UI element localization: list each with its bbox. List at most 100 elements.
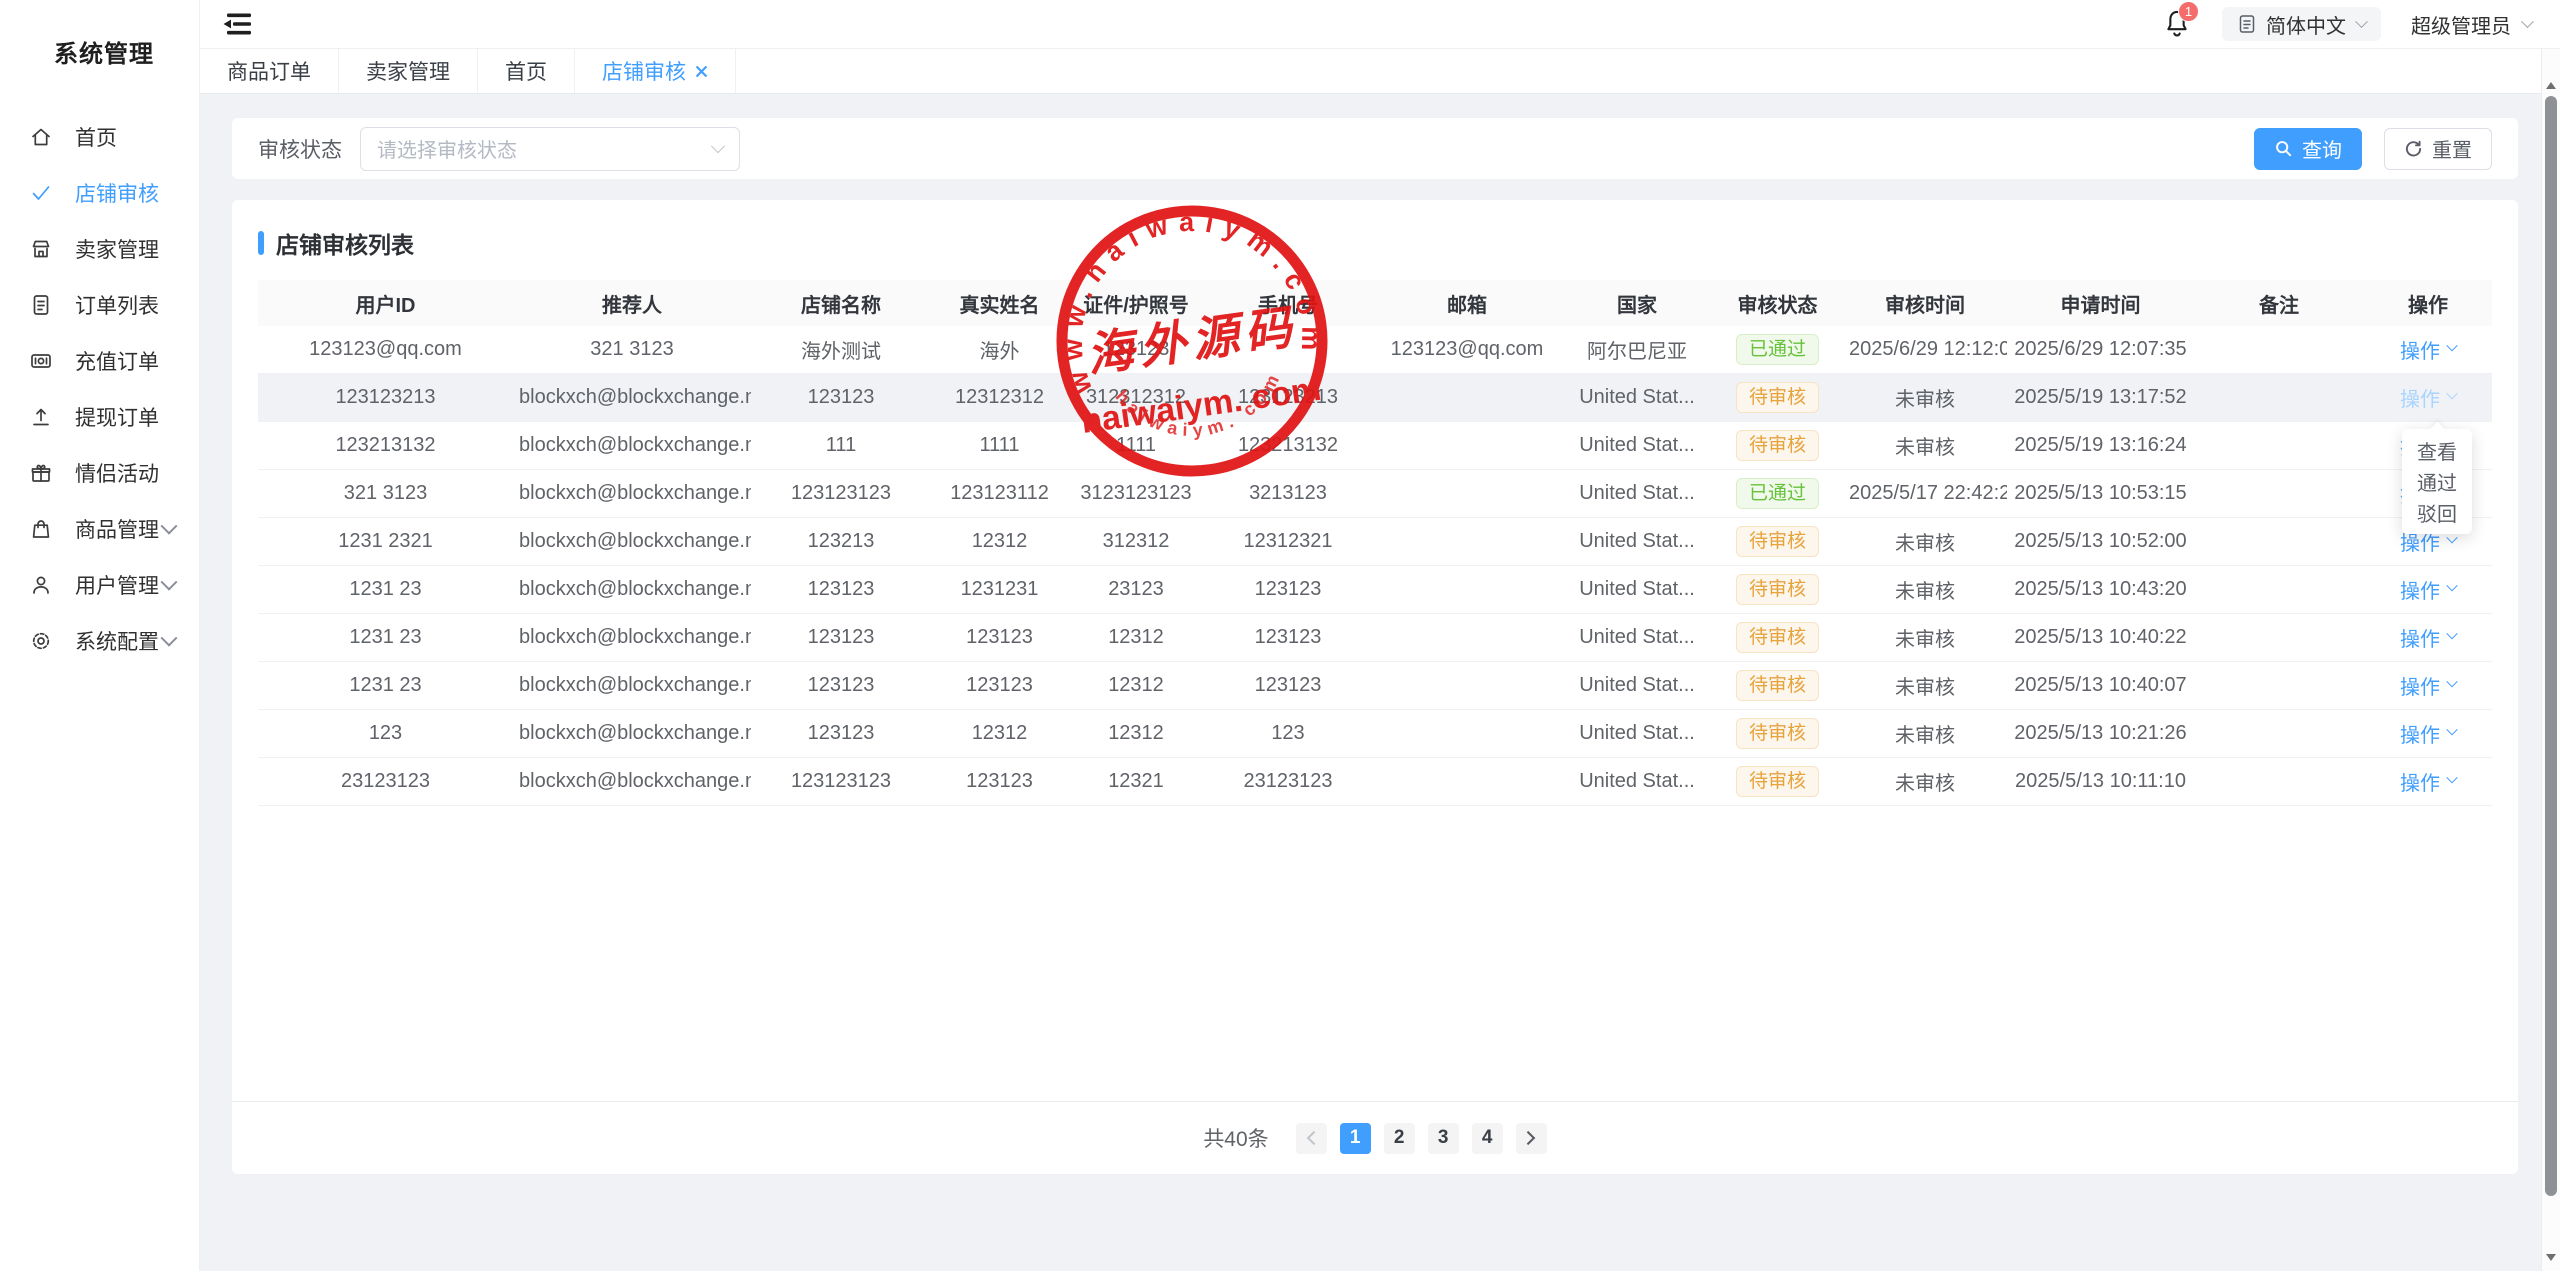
cell-phone: 123123	[1204, 614, 1372, 662]
action-label: 操作	[2400, 335, 2440, 364]
page-button-4[interactable]: 4	[1472, 1123, 1503, 1154]
chevron-down-icon	[2446, 388, 2457, 399]
user-menu[interactable]: 超级管理员	[2411, 10, 2532, 39]
cell-phone: 23123123	[1204, 758, 1372, 806]
cell-status: 待审核	[1712, 518, 1843, 566]
cell-id-number: 1111	[1068, 422, 1204, 470]
action-label: 操作	[2400, 671, 2440, 700]
scrollbar-thumb[interactable]	[2545, 96, 2557, 1196]
cell-country: 阿尔巴尼亚	[1562, 326, 1712, 374]
cell-email	[1372, 614, 1562, 662]
scroll-down-arrow[interactable]	[2542, 1249, 2560, 1265]
cell-apply-time: 2025/5/13 10:53:15	[2007, 470, 2194, 518]
cell-status: 待审核	[1712, 422, 1843, 470]
card-title: 店铺审核列表	[276, 226, 414, 260]
cell-phone: 12312321	[1204, 518, 1372, 566]
notifications-button[interactable]: 1	[2162, 8, 2192, 40]
cell-user-id: 123123213	[258, 374, 513, 422]
reset-button[interactable]: 重置	[2384, 128, 2492, 170]
dropdown-item-reject[interactable]: 驳回	[2402, 497, 2472, 528]
cell-phone: 123123	[1204, 566, 1372, 614]
pagination-total: 共40条	[1203, 1123, 1268, 1153]
cell-email	[1372, 710, 1562, 758]
cell-email	[1372, 518, 1562, 566]
cell-remark	[2194, 326, 2364, 374]
dropdown-item-view[interactable]: 查看	[2402, 435, 2472, 466]
sidebar-item-product-mgmt[interactable]: 商品管理	[0, 501, 199, 557]
cell-user-id: 123213132	[258, 422, 513, 470]
row-action-dropdown[interactable]: 操作	[2400, 719, 2456, 748]
gift-icon	[29, 461, 53, 485]
card-title-row: 店铺审核列表	[232, 200, 2518, 280]
cell-referrer: 321 3123	[513, 326, 751, 374]
scroll-up-arrow[interactable]	[2542, 77, 2560, 93]
sidebar-item-system-config[interactable]: 系统配置	[0, 613, 199, 669]
status-badge: 待审核	[1736, 430, 1819, 461]
page-button-1[interactable]: 1	[1340, 1123, 1371, 1154]
page-button-3[interactable]: 3	[1428, 1123, 1459, 1154]
row-action-dropdown[interactable]: 操作	[2400, 335, 2456, 364]
cell-referrer: blockxch@blockxchange.net	[513, 374, 751, 422]
sidebar-item-shop-audit[interactable]: 店铺审核	[0, 165, 199, 221]
sidebar-item-couple-activity[interactable]: 情侣活动	[0, 445, 199, 501]
check-icon	[29, 181, 53, 205]
row-action-dropdown[interactable]: 操作	[2400, 623, 2456, 652]
cell-status: 待审核	[1712, 758, 1843, 806]
sidebar-item-recharge-orders[interactable]: 充值订单	[0, 333, 199, 389]
sidebar-item-order-list[interactable]: 订单列表	[0, 277, 199, 333]
sidebar-item-seller-mgmt[interactable]: 卖家管理	[0, 221, 199, 277]
cell-real-name: 123123	[931, 662, 1068, 710]
sidebar-item-label: 系统配置	[75, 626, 159, 656]
chevron-down-icon	[2446, 580, 2457, 591]
next-page-button[interactable]	[1516, 1123, 1547, 1154]
row-action-dropdown[interactable]: 操作	[2400, 767, 2456, 796]
sidebar-item-user-mgmt[interactable]: 用户管理	[0, 557, 199, 613]
tab-home[interactable]: 首页	[478, 49, 575, 93]
sidebar-item-label: 商品管理	[75, 514, 159, 544]
dropdown-item-approve[interactable]: 通过	[2402, 466, 2472, 497]
cell-id-number: 12321	[1068, 758, 1204, 806]
table-row: 123blockxch@blockxchange.net123123123121…	[258, 710, 2492, 758]
row-action-dropdown[interactable]: 操作	[2400, 671, 2456, 700]
table-body: 123123@qq.com321 3123海外测试海外123123123123@…	[258, 326, 2492, 806]
bag-icon	[29, 517, 53, 541]
cell-shop-name: 123123	[751, 710, 931, 758]
cell-status: 待审核	[1712, 662, 1843, 710]
column-header: 审核时间	[1843, 280, 2007, 326]
scrollbar[interactable]	[2541, 49, 2560, 1271]
chevron-left-icon	[1307, 1131, 1321, 1145]
cell-email	[1372, 566, 1562, 614]
chevron-down-icon	[2446, 676, 2457, 687]
cell-apply-time: 2025/6/29 12:07:35	[2007, 326, 2194, 374]
audit-status-select[interactable]: 请选择审核状态	[360, 127, 740, 171]
cell-id-number: 312312312	[1068, 374, 1204, 422]
cell-real-name: 1231231	[931, 566, 1068, 614]
chevron-down-icon	[2446, 628, 2457, 639]
table-row: 123123@qq.com321 3123海外测试海外123123123123@…	[258, 326, 2492, 374]
row-action-dropdown[interactable]: 操作	[2400, 575, 2456, 604]
cell-user-id: 321 3123	[258, 470, 513, 518]
language-selector[interactable]: 简体中文	[2222, 7, 2381, 41]
column-header: 手机号	[1204, 280, 1372, 326]
page-button-2[interactable]: 2	[1384, 1123, 1415, 1154]
filter-panel: 审核状态 请选择审核状态 查询 重置	[232, 118, 2518, 179]
cell-id-number: 23123	[1068, 566, 1204, 614]
search-button[interactable]: 查询	[2254, 128, 2362, 170]
sidebar-item-withdraw-orders[interactable]: 提现订单	[0, 389, 199, 445]
cell-shop-name: 123123123	[751, 470, 931, 518]
header-actions: 1 简体中文 超级管理员	[2162, 7, 2532, 41]
cell-referrer: blockxch@blockxchange.net	[513, 566, 751, 614]
row-action-dropdown[interactable]: 操作	[2400, 383, 2456, 412]
tab-shop-audit[interactable]: 店铺审核	[575, 49, 736, 93]
close-icon[interactable]	[695, 65, 708, 78]
sidebar-item-label: 用户管理	[75, 570, 159, 600]
pagination: 共40条 1234	[232, 1101, 2518, 1174]
tab-product-orders[interactable]: 商品订单	[200, 49, 339, 93]
cell-real-name: 12312312	[931, 374, 1068, 422]
home-icon	[29, 125, 53, 149]
cell-referrer: blockxch@blockxchange.net	[513, 422, 751, 470]
tab-seller-mgmt[interactable]: 卖家管理	[339, 49, 478, 93]
menu-fold-icon[interactable]	[220, 9, 254, 39]
prev-page-button[interactable]	[1296, 1123, 1327, 1154]
sidebar-item-home[interactable]: 首页	[0, 109, 199, 165]
